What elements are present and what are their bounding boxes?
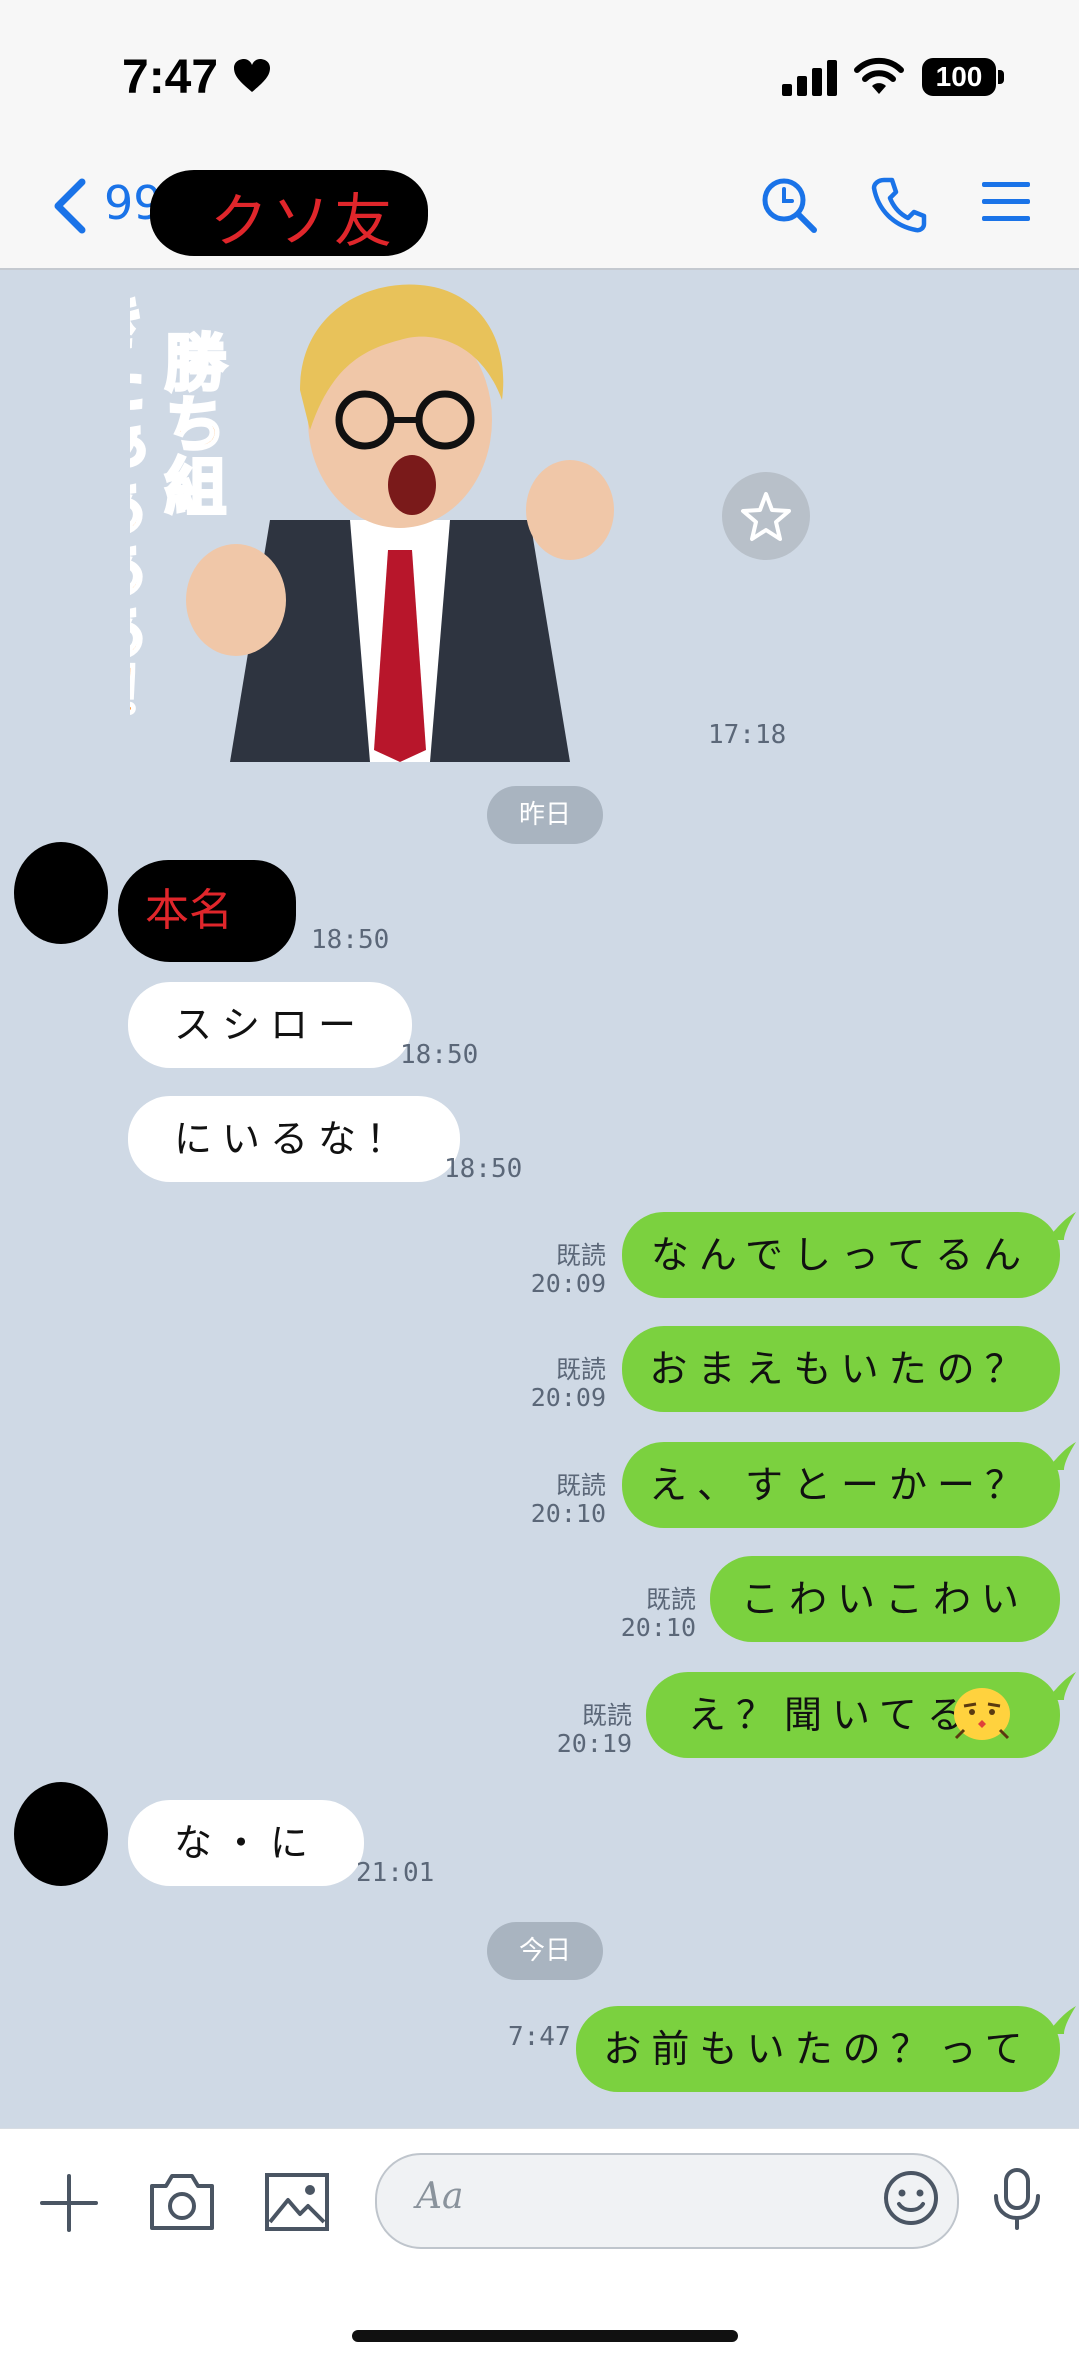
date-separator: 昨日 — [487, 786, 603, 844]
outgoing-message-bubble[interactable]: なんでしってるん — [622, 1212, 1060, 1298]
star-icon — [741, 492, 791, 541]
heart-icon — [234, 59, 270, 92]
battery-tip — [998, 70, 1004, 84]
menu-icon[interactable] — [980, 176, 1032, 228]
outgoing-message-bubble[interactable]: おまえもいたの？ — [622, 1326, 1060, 1412]
message-time: 17:18 — [708, 720, 787, 750]
message-text: 本名 — [145, 885, 233, 936]
read-receipt: 既読 20:10 — [620, 1585, 696, 1642]
status-time: 7:47 — [122, 51, 219, 104]
read-receipt: 既読 20:09 — [530, 1241, 606, 1298]
incoming-message-bubble[interactable]: スシロー — [128, 982, 413, 1068]
message-text: え？聞いてる — [688, 1693, 975, 1737]
message-time: 21:01 — [356, 1858, 435, 1888]
phone-icon[interactable] — [870, 176, 928, 234]
read-receipt: 既読 20:19 — [556, 1701, 632, 1758]
outgoing-message-bubble[interactable]: お前もいたの？って — [576, 2006, 1060, 2092]
date-separator: 今日 — [487, 1922, 603, 1980]
sticker-image[interactable]: 勝ち組 きたぁあああ！ — [130, 270, 700, 762]
smug-face-emoji-icon — [954, 1688, 1010, 1740]
message-time: 18:50 — [400, 1040, 479, 1070]
chat-area[interactable]: 勝ち組 きたぁあああ！ 17:18 昨日 本名 18:50 スシロー 18:50… — [0, 270, 1079, 2128]
wifi-icon — [854, 57, 904, 94]
emoji-icon[interactable] — [882, 2169, 940, 2227]
message-time: 7:47 — [508, 2022, 571, 2052]
message-input-placeholder: Aa — [416, 2176, 464, 2217]
sticker-caption-2: きたぁあああ！ — [130, 290, 147, 724]
message-time: 18:50 — [444, 1154, 523, 1184]
avatar[interactable] — [14, 842, 108, 944]
avatar[interactable] — [14, 1782, 108, 1886]
search-icon[interactable] — [760, 176, 818, 234]
outgoing-message-bubble[interactable]: こわいこわい — [710, 1556, 1060, 1642]
sticker-caption-1: 勝ち組 — [154, 330, 227, 516]
message-time: 18:50 — [311, 925, 390, 955]
bubble-tail — [1046, 1212, 1076, 1240]
top-bar: 7:47 100 99+ クソ友 — [0, 0, 1079, 270]
bubble-tail — [1046, 1672, 1076, 1700]
chat-title: クソ友 — [210, 187, 397, 255]
favorite-sticker-button[interactable] — [722, 472, 810, 560]
bubble-tail — [1046, 2006, 1076, 2034]
battery-indicator: 100 — [922, 58, 996, 96]
microphone-icon[interactable] — [990, 2166, 1044, 2232]
bubble-tail — [1046, 1442, 1076, 1470]
image-icon[interactable] — [264, 2172, 330, 2232]
plus-icon[interactable] — [38, 2172, 100, 2234]
outgoing-message-bubble[interactable]: え、すとーかー？ — [622, 1442, 1060, 1528]
back-chevron-icon[interactable] — [50, 178, 90, 234]
camera-icon[interactable] — [148, 2170, 216, 2232]
read-receipt: 既読 20:09 — [530, 1355, 606, 1412]
incoming-message-bubble[interactable]: にいるな！ — [128, 1096, 461, 1182]
incoming-message-bubble[interactable]: な・に — [128, 1800, 365, 1886]
read-receipt: 既読 20:10 — [530, 1471, 606, 1528]
cellular-signal-icon — [782, 60, 837, 96]
home-indicator[interactable] — [352, 2330, 738, 2342]
